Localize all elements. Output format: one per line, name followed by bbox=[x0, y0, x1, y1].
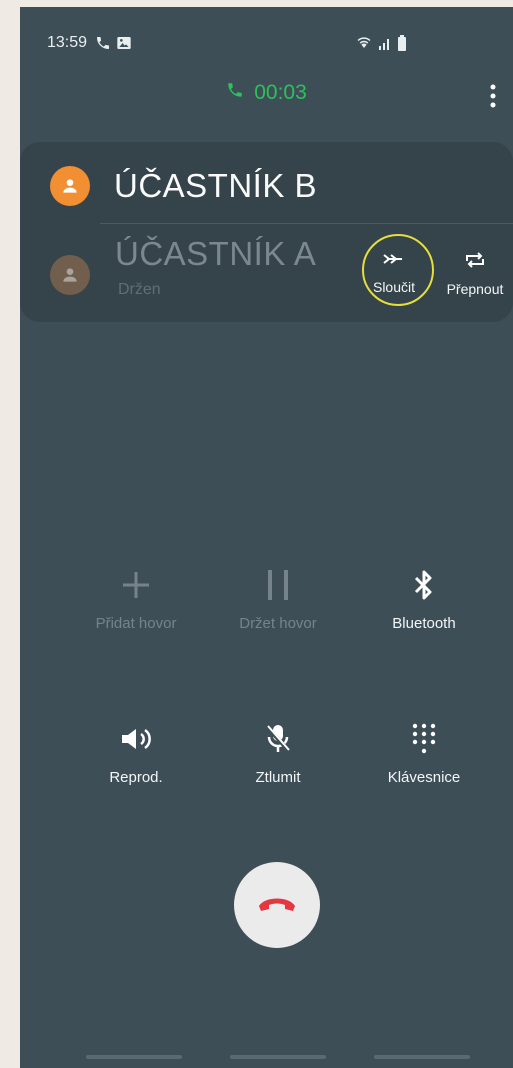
keypad-label: Klávesnice bbox=[387, 769, 461, 786]
bluetooth-icon bbox=[349, 565, 499, 605]
image-notification-icon bbox=[116, 35, 132, 56]
hold-call-label: Držet hovor bbox=[239, 615, 317, 632]
add-call-button[interactable]: Přidat hovor bbox=[61, 565, 211, 632]
merge-label: Sloučit bbox=[372, 279, 416, 295]
merge-button[interactable]: Sloučit bbox=[364, 250, 424, 295]
swap-label: Přepnout bbox=[446, 281, 504, 297]
status-right-icons bbox=[354, 33, 407, 56]
status-bar: 13:59 bbox=[20, 31, 513, 59]
nav-home[interactable] bbox=[230, 1055, 326, 1059]
held-participant-name: ÚČASTNÍK A bbox=[115, 235, 317, 272]
speaker-label: Reprod. bbox=[109, 769, 163, 786]
person-avatar-icon bbox=[50, 255, 90, 295]
more-vert-icon[interactable] bbox=[489, 83, 497, 114]
battery-icon bbox=[397, 35, 407, 55]
bluetooth-button[interactable]: Bluetooth bbox=[349, 565, 499, 632]
phone-call-icon bbox=[95, 35, 111, 56]
pause-icon bbox=[203, 565, 353, 605]
signal-icon bbox=[378, 38, 396, 55]
end-call-icon bbox=[257, 892, 297, 919]
call-screen: 13:59 00:03 ÚČASTNÍK B ÚČASTNÍK A Držen … bbox=[20, 7, 513, 1068]
dialpad-icon bbox=[349, 719, 499, 759]
plus-icon bbox=[61, 565, 211, 605]
add-call-label: Přidat hovor bbox=[95, 615, 177, 632]
bluetooth-label: Bluetooth bbox=[392, 615, 456, 632]
active-participant[interactable]: ÚČASTNÍK B bbox=[50, 160, 317, 212]
nav-recents[interactable] bbox=[86, 1055, 182, 1059]
swap-icon bbox=[463, 252, 487, 274]
active-participant-name: ÚČASTNÍK B bbox=[114, 167, 318, 204]
conference-card: ÚČASTNÍK B ÚČASTNÍK A Držen Sloučit Přep… bbox=[20, 142, 513, 322]
hold-call-button[interactable]: Držet hovor bbox=[203, 565, 353, 632]
mute-label: Ztlumit bbox=[255, 769, 301, 786]
keypad-button[interactable]: Klávesnice bbox=[349, 719, 499, 786]
swap-button[interactable]: Přepnout bbox=[440, 250, 510, 297]
mic-off-icon bbox=[203, 719, 353, 759]
speaker-icon bbox=[61, 719, 211, 759]
wifi-icon bbox=[354, 37, 378, 55]
held-status: Držen bbox=[118, 281, 161, 298]
divider bbox=[100, 223, 513, 224]
speaker-button[interactable]: Reprod. bbox=[61, 719, 211, 786]
call-active-icon bbox=[226, 81, 244, 105]
person-avatar-icon bbox=[50, 166, 90, 206]
nav-back[interactable] bbox=[374, 1055, 470, 1059]
call-timer: 00:03 bbox=[20, 81, 513, 111]
status-time: 13:59 bbox=[47, 34, 88, 51]
call-duration: 00:03 bbox=[254, 81, 307, 104]
merge-icon bbox=[381, 254, 407, 272]
end-call-button[interactable] bbox=[234, 862, 320, 948]
mute-button[interactable]: Ztlumit bbox=[203, 719, 353, 786]
